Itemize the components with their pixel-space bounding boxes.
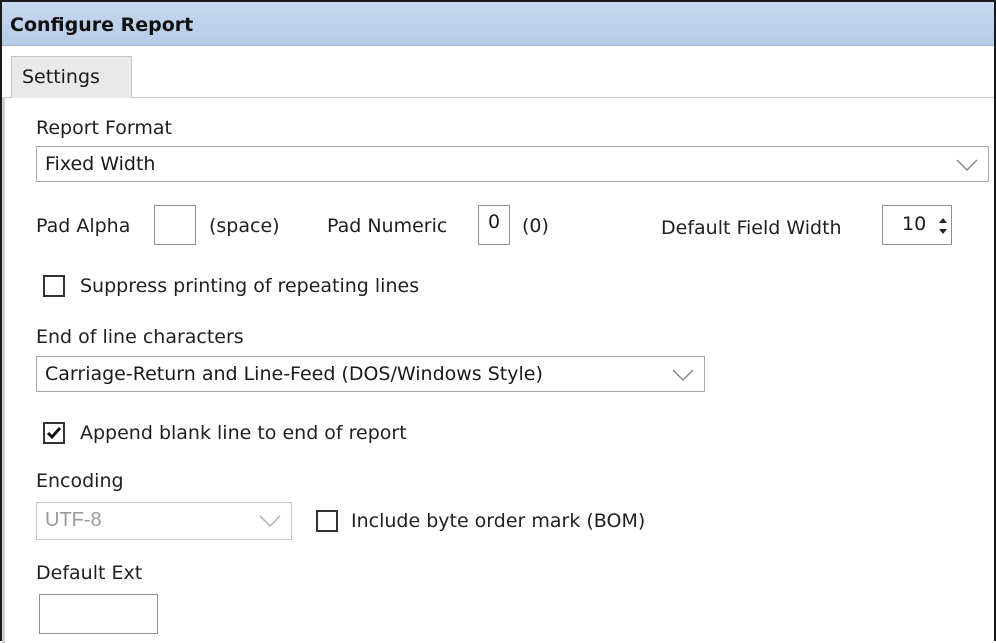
default-ext-input[interactable] [39,594,158,634]
pad-numeric-input[interactable]: 0 [478,205,510,245]
report-format-select[interactable]: Fixed Width [36,146,989,182]
report-format-value: Fixed Width [45,153,156,175]
tab-settings[interactable]: Settings [11,56,132,99]
settings-panel: Report Format Fixed Width Pad Alpha (spa… [2,98,994,643]
pad-numeric-hint: (0) [522,215,549,237]
append-blank-line-checkbox[interactable] [43,422,65,444]
default-field-width-spinner[interactable]: 10 [882,205,952,245]
pad-numeric-label: Pad Numeric [327,215,448,237]
spinner-arrows-icon[interactable] [938,216,948,236]
default-ext-label: Default Ext [36,562,143,584]
chevron-down-icon [956,159,978,172]
pad-alpha-hint: (space) [209,215,280,237]
bom-checkbox[interactable] [316,510,338,532]
configure-report-window: Configure Report Settings Report Format … [0,0,996,643]
eol-value: Carriage-Return and Line-Feed (DOS/Windo… [45,363,543,385]
window-title: Configure Report [10,14,194,36]
eol-label: End of line characters [36,326,244,348]
bom-label: Include byte order mark (BOM) [351,510,646,532]
chevron-down-icon [672,369,694,382]
checkmark-icon [46,427,62,440]
pad-numeric-value: 0 [488,211,501,233]
report-format-label: Report Format [36,117,172,139]
suppress-repeating-checkbox[interactable] [43,275,65,297]
append-blank-line-label: Append blank line to end of report [80,422,407,444]
pad-alpha-label: Pad Alpha [36,215,131,237]
encoding-select[interactable]: UTF-8 [36,502,292,540]
title-bar: Configure Report [2,2,994,46]
encoding-value: UTF-8 [45,509,102,531]
default-field-width-label: Default Field Width [661,217,842,239]
tab-settings-label: Settings [22,66,100,88]
suppress-repeating-label: Suppress printing of repeating lines [80,275,420,297]
chevron-down-icon [259,515,281,528]
encoding-label: Encoding [36,470,124,492]
pad-alpha-input[interactable] [154,205,196,245]
default-field-width-value: 10 [902,213,927,235]
tab-strip: Settings [2,46,994,99]
eol-select[interactable]: Carriage-Return and Line-Feed (DOS/Windo… [36,356,705,392]
